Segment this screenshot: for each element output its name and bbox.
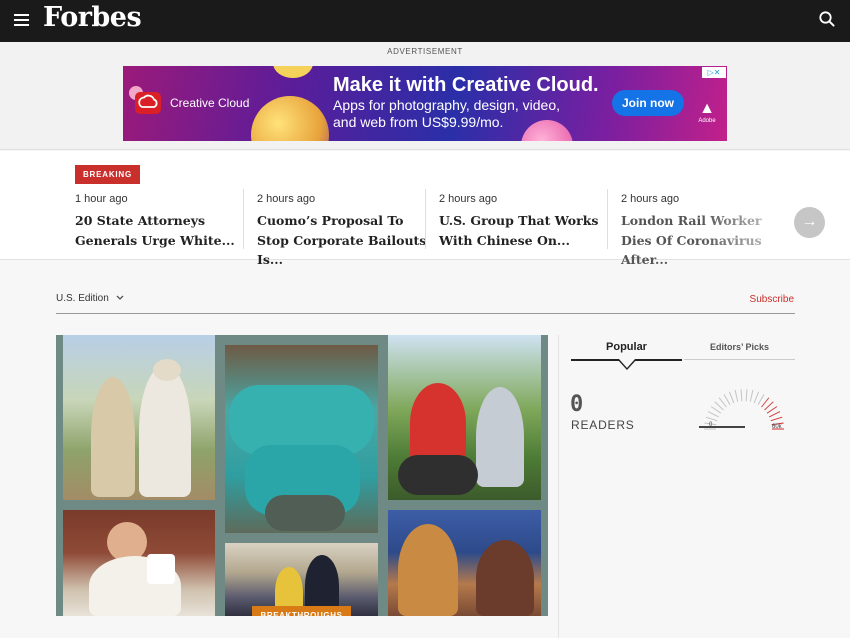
search-icon[interactable] bbox=[818, 10, 836, 28]
story-divider bbox=[243, 189, 244, 249]
forbes-logo[interactable]: Forbes bbox=[43, 2, 142, 33]
gauge-tick bbox=[723, 394, 731, 406]
gauge-tick bbox=[753, 391, 760, 404]
ad-headline: Make it with Creative Cloud. bbox=[333, 74, 599, 96]
story-time: 2 hours ago bbox=[621, 193, 680, 205]
gauge-tick bbox=[710, 406, 722, 414]
story-time: 2 hours ago bbox=[439, 193, 498, 205]
gauge-tick bbox=[757, 394, 765, 406]
gauge-max-label: 60k bbox=[772, 424, 783, 430]
breaking-badge: BREAKING bbox=[75, 165, 140, 184]
tab-inactive-rule bbox=[684, 359, 795, 360]
creative-cloud-ad-banner[interactable]: Creative Cloud Make it with Creative Clo… bbox=[123, 66, 727, 141]
gauge-tick bbox=[770, 416, 783, 422]
gauge-tick bbox=[734, 389, 739, 402]
breaking-story-2[interactable]: 2 hours ago Cuomo’s Proposal To Stop Cor… bbox=[257, 189, 427, 267]
gauge-tick bbox=[768, 411, 781, 418]
advertisement-section: ADVERTISEMENT Creative Cloud Make it wit… bbox=[0, 42, 850, 150]
adobe-logo-icon: ▲ Adobe bbox=[692, 100, 722, 138]
gauge-tick bbox=[761, 397, 770, 408]
collage-photo-women bbox=[388, 510, 541, 616]
story-time: 1 hour ago bbox=[75, 193, 128, 205]
story-headline[interactable]: Cuomo’s Proposal To Stop Corporate Bailo… bbox=[257, 211, 427, 270]
advertisement-label: ADVERTISEMENT bbox=[387, 47, 463, 56]
chevron-down-icon bbox=[116, 293, 124, 304]
edition-label: U.S. Edition bbox=[56, 293, 109, 304]
gauge-tick bbox=[707, 411, 720, 418]
edition-selector[interactable]: U.S. Edition bbox=[56, 293, 124, 304]
gauge-tick bbox=[705, 416, 718, 422]
story-headline[interactable]: U.S. Group That Works With Chinese On... bbox=[439, 211, 609, 250]
breakthroughs-tag[interactable]: BREAKTHROUGHS bbox=[252, 606, 351, 616]
story-divider bbox=[425, 189, 426, 249]
gauge-tick bbox=[740, 389, 743, 402]
collage-photo-fitness bbox=[388, 335, 541, 500]
gauge-tick bbox=[766, 406, 778, 414]
tab-editors-picks[interactable]: Editors’ Picks bbox=[684, 342, 795, 360]
gauge-tick bbox=[728, 391, 735, 404]
breaking-story-1[interactable]: 1 hour ago 20 State Attorneys Generals U… bbox=[75, 189, 245, 251]
story-headline[interactable]: London Rail Worker Dies Of Coronavirus A… bbox=[621, 211, 791, 270]
tab-caret-inner bbox=[619, 359, 635, 368]
gauge-tick bbox=[745, 389, 748, 402]
collage-photo-team bbox=[225, 345, 378, 533]
ad-join-now-button[interactable]: Join now bbox=[612, 90, 684, 116]
arrow-right-icon[interactable]: → bbox=[794, 207, 825, 238]
edition-divider bbox=[56, 313, 795, 314]
subscribe-link[interactable]: Subscribe bbox=[750, 294, 794, 305]
collage-photo-chef bbox=[63, 510, 215, 616]
ad-decoration bbox=[251, 96, 329, 141]
ad-brand-name: Creative Cloud bbox=[170, 96, 250, 110]
story-headline[interactable]: 20 State Attorneys Generals Urge White..… bbox=[75, 211, 245, 250]
breaking-story-4[interactable]: 2 hours ago London Rail Worker Dies Of C… bbox=[621, 189, 791, 267]
gauge-tick bbox=[764, 401, 774, 411]
readers-gauge: 0 60k bbox=[699, 389, 784, 430]
breaking-news-strip: BREAKING 1 hour ago 20 State Attorneys G… bbox=[0, 151, 850, 267]
hamburger-menu-icon[interactable] bbox=[14, 14, 29, 26]
collage-photo-couple bbox=[63, 335, 215, 500]
story-divider bbox=[607, 189, 608, 249]
gauge-tick bbox=[714, 401, 724, 411]
ad-choices-icon[interactable]: ▷✕ bbox=[702, 67, 726, 78]
ad-sponsor-name: Adobe bbox=[698, 118, 716, 124]
story-time: 2 hours ago bbox=[257, 193, 316, 205]
gauge-tick bbox=[749, 389, 754, 402]
tab-popular[interactable]: Popular bbox=[571, 341, 682, 361]
gauge-tick bbox=[718, 397, 727, 408]
readers-count: 0 bbox=[570, 392, 584, 417]
breaking-story-3[interactable]: 2 hours ago U.S. Group That Works With C… bbox=[439, 189, 609, 251]
gauge-ticks bbox=[704, 389, 784, 430]
ad-subtext: Apps for photography, design, video, and… bbox=[333, 97, 561, 130]
ad-decoration bbox=[273, 66, 313, 78]
readers-label: READERS bbox=[571, 418, 635, 432]
sidebar-divider bbox=[558, 335, 559, 638]
feature-photo-collage[interactable]: BREAKTHROUGHS bbox=[56, 335, 548, 616]
top-navigation-bar: Forbes bbox=[0, 0, 850, 42]
creative-cloud-logo-icon bbox=[135, 92, 161, 114]
